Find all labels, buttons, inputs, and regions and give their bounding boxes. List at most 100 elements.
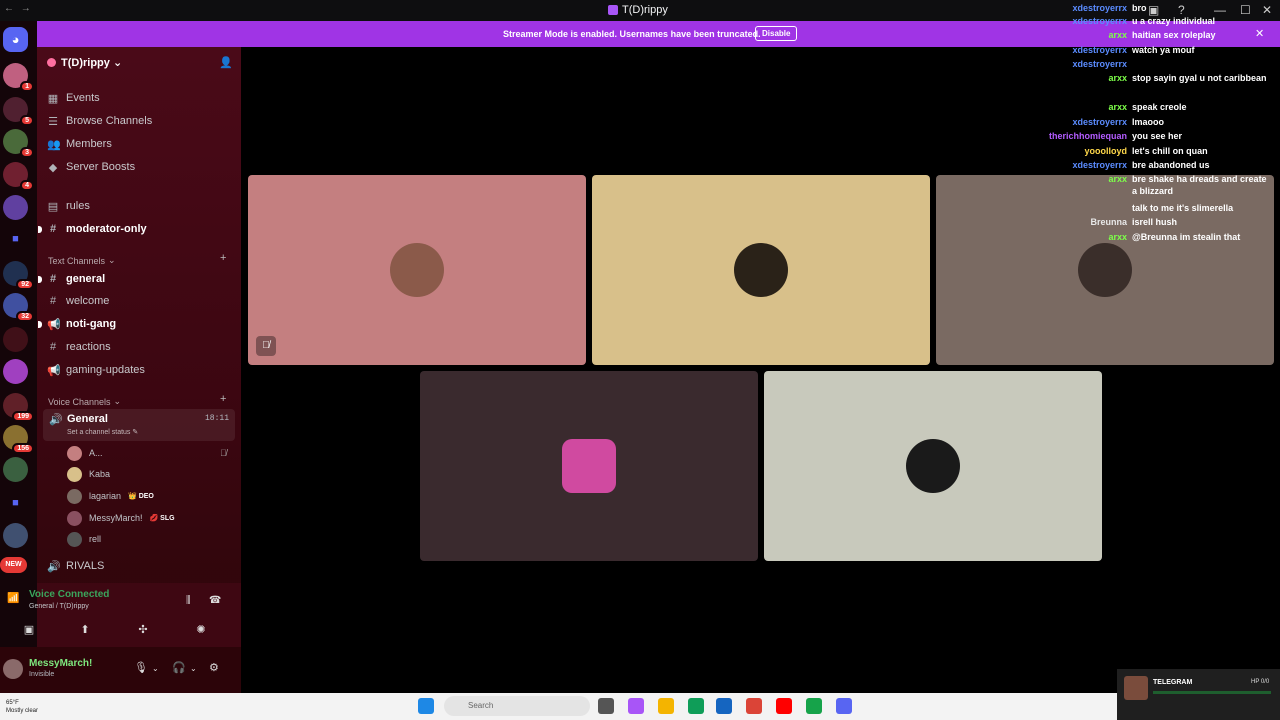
nav-server-boosts[interactable]: ◆ Server Boosts bbox=[47, 158, 135, 176]
youtube-icon[interactable] bbox=[776, 698, 792, 714]
add-channel-icon[interactable]: + bbox=[220, 252, 226, 264]
channel-rules[interactable]: ▤ rules bbox=[47, 197, 90, 215]
chat-text: you see her bbox=[1132, 131, 1183, 141]
server-icon[interactable] bbox=[3, 523, 28, 548]
rules-icon: ▤ bbox=[47, 200, 59, 213]
taskbar-search[interactable]: Search bbox=[444, 696, 590, 716]
home-icon[interactable]: ◕ bbox=[3, 27, 28, 52]
weather-desc: Mostly clear bbox=[6, 708, 39, 714]
chevron-down-icon[interactable]: ⌄ bbox=[190, 664, 197, 673]
boost-icon: ◆ bbox=[48, 161, 58, 174]
chat-username: xdestroyerrx bbox=[1072, 59, 1127, 69]
server-icon[interactable]: 156 bbox=[3, 425, 34, 454]
chevron-down-icon[interactable]: ⌄ bbox=[152, 664, 159, 673]
channel-welcome[interactable]: # welcome bbox=[47, 292, 109, 310]
voice-user[interactable]: A... bbox=[67, 445, 103, 461]
channel-label: welcome bbox=[66, 295, 110, 307]
video-tile[interactable] bbox=[592, 175, 930, 365]
server-icon[interactable]: 4 bbox=[3, 162, 34, 191]
voice-user[interactable]: lagarian 👑 DEO bbox=[67, 488, 154, 504]
voice-channel-general[interactable]: 🔊 General Set a channel status ✎ 18:11 bbox=[43, 409, 235, 441]
server-icon[interactable]: 1 bbox=[3, 63, 34, 92]
server-icon[interactable] bbox=[3, 359, 28, 384]
user-tag: 💋 SLG bbox=[149, 515, 175, 522]
app-icon bbox=[608, 5, 618, 15]
channel-general[interactable]: # general bbox=[47, 270, 105, 288]
telegram-label: TELEGRAM bbox=[1153, 679, 1193, 686]
channel-moderator-only[interactable]: # moderator-only bbox=[47, 220, 147, 238]
server-icon[interactable]: 199 bbox=[3, 393, 34, 422]
server-icon[interactable] bbox=[3, 195, 28, 220]
category-voice-channels[interactable]: Voice Channels ⌄ bbox=[48, 396, 121, 407]
server-icon[interactable] bbox=[3, 457, 28, 482]
chat-text: stop sayin gyal u not caribbean bbox=[1132, 73, 1267, 83]
channel-gaming-updates[interactable]: 📢 gaming-updates bbox=[47, 361, 145, 379]
add-channel-icon[interactable]: + bbox=[220, 393, 226, 405]
server-icon[interactable]: 92 bbox=[3, 261, 34, 290]
screenshare-button[interactable]: ⬆ bbox=[65, 620, 105, 640]
list-icon: ☰ bbox=[48, 115, 58, 128]
user-name[interactable]: MessyMarch! bbox=[29, 658, 92, 669]
channel-noti-gang[interactable]: 📢 noti-gang bbox=[47, 315, 116, 333]
invite-icon[interactable]: 👤 bbox=[219, 56, 233, 69]
weather-temp: 65°F bbox=[6, 700, 19, 706]
category-text-channels[interactable]: Text Channels ⌄ bbox=[48, 255, 116, 266]
server-icon[interactable]: 3 bbox=[3, 129, 34, 158]
file-explorer-icon[interactable] bbox=[658, 698, 674, 714]
nav-members[interactable]: 👥 Members bbox=[47, 135, 112, 153]
search-label: Search bbox=[468, 701, 494, 710]
task-view-icon[interactable] bbox=[598, 698, 614, 714]
video-tile[interactable]: 🎙̸ bbox=[248, 175, 586, 365]
settings-gear-icon[interactable]: ⚙ bbox=[209, 661, 219, 674]
soundboard-button[interactable]: ✺ bbox=[181, 620, 221, 640]
headphones-icon[interactable]: 🎧 bbox=[172, 661, 186, 674]
avatar bbox=[67, 531, 82, 547]
nav-browse-channels[interactable]: ☰ Browse Channels bbox=[47, 112, 152, 130]
voice-user[interactable]: Kaba bbox=[67, 466, 110, 482]
avatar bbox=[1124, 676, 1148, 700]
members-icon: 👥 bbox=[47, 138, 61, 151]
rail-badge: 156 bbox=[12, 443, 34, 454]
copilot-icon[interactable] bbox=[628, 698, 644, 714]
avatar[interactable] bbox=[3, 659, 23, 679]
voice-user[interactable]: rell bbox=[67, 531, 101, 547]
channel-reactions[interactable]: # reactions bbox=[47, 338, 111, 356]
announcement-icon: 📢 bbox=[47, 364, 61, 377]
avatar bbox=[906, 439, 960, 493]
chat-text: lmaooo bbox=[1132, 117, 1165, 127]
noise-suppression-icon[interactable]: ⫼ bbox=[186, 595, 191, 606]
chat-text: watch ya mouf bbox=[1132, 45, 1195, 55]
hp-readout: HP 0/0 bbox=[1251, 679, 1270, 685]
app-icon[interactable] bbox=[806, 698, 822, 714]
disable-button[interactable]: Disable bbox=[755, 26, 798, 41]
folder-icon[interactable]: ■ bbox=[3, 227, 28, 252]
edge-icon[interactable] bbox=[688, 698, 704, 714]
chat-username: arxx bbox=[1108, 232, 1127, 242]
folder-icon[interactable]: ■ bbox=[3, 491, 28, 516]
video-tile[interactable] bbox=[764, 371, 1102, 561]
server-icon[interactable] bbox=[3, 327, 28, 352]
chrome-icon[interactable] bbox=[746, 698, 762, 714]
weather-widget[interactable]: 65°F Mostly clear bbox=[6, 699, 38, 715]
set-status-link[interactable]: Set a channel status ✎ bbox=[67, 428, 138, 436]
new-badge[interactable]: NEW bbox=[0, 557, 27, 573]
discord-icon[interactable] bbox=[836, 698, 852, 714]
voice-connected-sub[interactable]: General / T(D)rippy bbox=[29, 603, 89, 610]
start-icon[interactable] bbox=[418, 698, 434, 714]
microphone-icon[interactable]: 🎙 bbox=[134, 661, 148, 674]
disconnect-icon[interactable]: ☎ bbox=[209, 595, 221, 606]
server-icon[interactable]: 5 bbox=[3, 97, 34, 126]
server-icon[interactable]: 32 bbox=[3, 293, 34, 322]
mail-icon[interactable] bbox=[716, 698, 732, 714]
voice-channel-rivals[interactable]: 🔊 RIVALS bbox=[47, 557, 104, 575]
hp-bar bbox=[1153, 691, 1271, 694]
voice-user[interactable]: MessyMarch! 💋 SLG bbox=[67, 510, 175, 526]
activities-button[interactable]: ✣ bbox=[123, 620, 163, 640]
channel-label: reactions bbox=[66, 341, 111, 353]
nav-arrows[interactable]: ← → bbox=[4, 3, 33, 14]
server-name[interactable]: T(D)rippy ⌄ bbox=[47, 56, 122, 69]
telegram-widget[interactable]: TELEGRAM HP 0/0 bbox=[1117, 669, 1280, 720]
nav-events[interactable]: ▦ Events bbox=[47, 89, 100, 107]
camera-button[interactable]: ▣ bbox=[9, 620, 49, 640]
video-tile[interactable] bbox=[420, 371, 758, 561]
